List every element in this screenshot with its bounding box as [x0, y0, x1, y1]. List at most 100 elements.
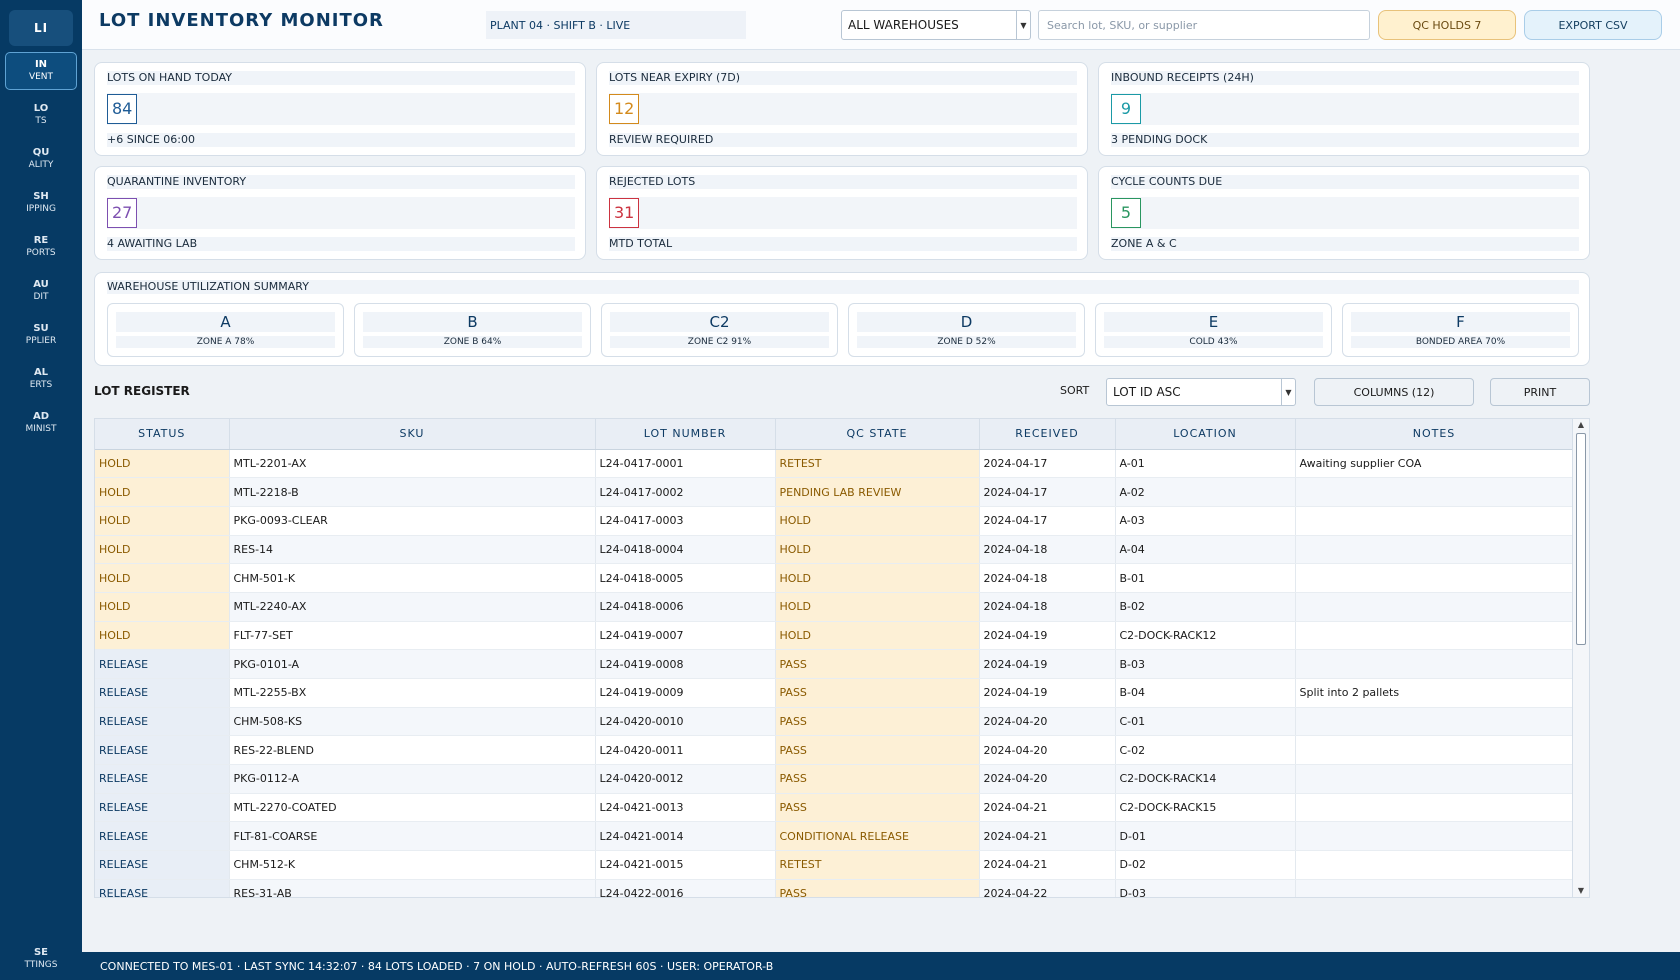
- table-cell: 2024-04-19: [979, 678, 1116, 708]
- sidebar-item-settings[interactable]: SE TTINGS: [5, 940, 77, 978]
- kpi-card[interactable]: LOTS NEAR EXPIRY (7D) 12 REVIEW REQUIRED: [596, 62, 1088, 156]
- zone-tile[interactable]: D ZONE D 52%: [848, 303, 1085, 357]
- table-cell: 2024-04-19: [979, 649, 1116, 679]
- sidebar: LI IN VENT LO TS QU ALITY SH IPPING RE PORTS AU DIT…: [0, 0, 82, 980]
- print-button[interactable]: PRINT: [1490, 378, 1590, 406]
- zone-label: ZONE D 52%: [857, 336, 1076, 348]
- table-row[interactable]: HOLD CHM-501-K L24-0418-0005 HOLD 2024-04-18…: [95, 563, 1574, 593]
- table-row[interactable]: RELEASE RES-22-BLEND L24-0420-0011 PASS 2024…: [95, 735, 1574, 766]
- kpi-subtitle: 4 AWAITING LAB: [107, 237, 575, 251]
- table-cell: RES-31-AB: [229, 879, 596, 897]
- table-row[interactable]: RELEASE RES-31-AB L24-0422-0016 PASS 2024-04…: [95, 879, 1574, 897]
- zone-label: COLD 43%: [1104, 336, 1323, 348]
- chevron-down-icon: ▼: [1281, 379, 1295, 405]
- table-cell: L24-0417-0002: [595, 477, 776, 507]
- table-cell: [1295, 477, 1574, 507]
- zone-value: C2: [610, 312, 829, 332]
- kpi-card[interactable]: QUARANTINE INVENTORY 27 4 AWAITING LAB: [94, 166, 586, 260]
- sort-select[interactable]: LOT ID ASC ▼: [1106, 378, 1296, 406]
- column-header[interactable]: QC STATE: [775, 419, 980, 450]
- sidebar-item-label: RE: [33, 235, 49, 246]
- table-cell: HOLD: [95, 592, 230, 622]
- sidebar-item-1[interactable]: LO TS: [5, 96, 77, 134]
- sidebar-item-sublabel: TTINGS: [24, 960, 58, 970]
- table-row[interactable]: RELEASE MTL-2270-COATED L24-0421-0013 PASS 2…: [95, 793, 1574, 823]
- table-cell: [1295, 879, 1574, 897]
- zone-label: ZONE C2 91%: [610, 336, 829, 348]
- scroll-down-icon[interactable]: ▼: [1573, 885, 1589, 897]
- zone-tile[interactable]: E COLD 43%: [1095, 303, 1332, 357]
- column-header[interactable]: NOTES: [1295, 419, 1574, 450]
- zone-tile[interactable]: C2 ZONE C2 91%: [601, 303, 838, 357]
- table-cell: RELEASE: [95, 850, 230, 880]
- export-button[interactable]: EXPORT CSV: [1524, 10, 1662, 40]
- kpi-value: 5: [1111, 197, 1579, 229]
- table-cell: PASS: [775, 678, 980, 708]
- table-row[interactable]: HOLD MTL-2240-AX L24-0418-0006 HOLD 2024-04-…: [95, 592, 1574, 622]
- search-input[interactable]: Search lot, SKU, or supplier: [1038, 10, 1370, 40]
- table-row[interactable]: RELEASE CHM-508-KS L24-0420-0010 PASS 2024-0…: [95, 707, 1574, 737]
- table-cell: C-02: [1115, 735, 1296, 766]
- table-cell: [1295, 735, 1574, 766]
- table-cell: PASS: [775, 707, 980, 737]
- sidebar-item-4[interactable]: RE PORTS: [5, 228, 77, 266]
- kpi-card[interactable]: CYCLE COUNTS DUE 5 ZONE A & C: [1098, 166, 1590, 260]
- sidebar-item-label: LO: [33, 103, 49, 114]
- table-cell: 2024-04-22: [979, 879, 1116, 897]
- zone-tile[interactable]: F BONDED AREA 70%: [1342, 303, 1579, 357]
- zone-tile[interactable]: B ZONE B 64%: [354, 303, 591, 357]
- table-cell: PASS: [775, 764, 980, 794]
- table-cell: [1295, 535, 1574, 565]
- table-cell: CHM-512-K: [229, 850, 596, 880]
- kpi-card[interactable]: INBOUND RECEIPTS (24H) 9 3 PENDING DOCK: [1098, 62, 1590, 156]
- table-row[interactable]: RELEASE PKG-0112-A L24-0420-0012 PASS 2024-0…: [95, 764, 1574, 794]
- scroll-up-icon[interactable]: ▲: [1573, 419, 1589, 431]
- table-row[interactable]: HOLD MTL-2218-B L24-0417-0002 PENDING LAB R…: [95, 477, 1574, 507]
- table-cell: HOLD: [95, 621, 230, 651]
- warehouse-filter-select[interactable]: ALL WAREHOUSES ▼: [841, 10, 1031, 40]
- zone-value: A: [116, 312, 335, 332]
- table-row[interactable]: HOLD FLT-77-SET L24-0419-0007 HOLD 2024-04-1…: [95, 621, 1574, 651]
- app-logo[interactable]: LI: [9, 10, 73, 46]
- qc-holds-button[interactable]: QC HOLDS 7: [1378, 10, 1516, 40]
- table-cell: HOLD: [95, 449, 230, 479]
- sidebar-item-6[interactable]: SU PPLIER: [5, 316, 77, 354]
- columns-button[interactable]: COLUMNS (12): [1314, 378, 1474, 406]
- sidebar-item-sublabel: ALITY: [28, 160, 54, 170]
- table-cell: RELEASE: [95, 649, 230, 679]
- kpi-value-text: 9: [1111, 94, 1141, 124]
- table-cell: L24-0420-0011: [595, 735, 776, 766]
- table-cell: L24-0420-0012: [595, 764, 776, 794]
- table-cell: PKG-0093-CLEAR: [229, 506, 596, 536]
- kpi-card[interactable]: LOTS ON HAND TODAY 84 +6 SINCE 06:00: [94, 62, 586, 156]
- scroll-thumb[interactable]: [1576, 433, 1586, 645]
- column-header[interactable]: LOT NUMBER: [595, 419, 776, 450]
- column-header[interactable]: SKU: [229, 419, 596, 450]
- kpi-value-text: 12: [609, 94, 640, 124]
- table-cell: 2024-04-20: [979, 764, 1116, 794]
- sidebar-item-3[interactable]: SH IPPING: [5, 184, 77, 222]
- table-row[interactable]: RELEASE PKG-0101-A L24-0419-0008 PASS 2024-0…: [95, 649, 1574, 679]
- table-row[interactable]: RELEASE CHM-512-K L24-0421-0015 RETEST 2024-…: [95, 850, 1574, 880]
- table-cell: 2024-04-21: [979, 821, 1116, 852]
- table-cell: D-03: [1115, 879, 1296, 897]
- sidebar-item-0[interactable]: IN VENT: [5, 52, 77, 90]
- sidebar-item-2[interactable]: QU ALITY: [5, 140, 77, 178]
- table-row[interactable]: RELEASE FLT-81-COARSE L24-0421-0014 CONDITI…: [95, 821, 1574, 852]
- table-row[interactable]: HOLD PKG-0093-CLEAR L24-0417-0003 HOLD 2024-…: [95, 506, 1574, 536]
- table-row[interactable]: HOLD MTL-2201-AX L24-0417-0001 RETEST 2024-0…: [95, 449, 1574, 479]
- table-cell: L24-0417-0001: [595, 449, 776, 479]
- column-header[interactable]: STATUS: [95, 419, 230, 450]
- table-row[interactable]: RELEASE MTL-2255-BX L24-0419-0009 PASS 2024-…: [95, 678, 1574, 708]
- table-scrollbar[interactable]: ▲ ▼: [1572, 419, 1589, 897]
- sidebar-item-8[interactable]: AD MINIST: [5, 404, 77, 442]
- kpi-card[interactable]: REJECTED LOTS 31 MTD TOTAL: [596, 166, 1088, 260]
- sidebar-item-5[interactable]: AU DIT: [5, 272, 77, 310]
- table-cell: L24-0421-0013: [595, 793, 776, 823]
- zone-tile[interactable]: A ZONE A 78%: [107, 303, 344, 357]
- column-header[interactable]: LOCATION: [1115, 419, 1296, 450]
- table-row[interactable]: HOLD RES-14 L24-0418-0004 HOLD 2024-04-18 A-0…: [95, 535, 1574, 565]
- column-header[interactable]: RECEIVED: [979, 419, 1116, 450]
- kpi-title: CYCLE COUNTS DUE: [1111, 175, 1579, 189]
- sidebar-item-7[interactable]: AL ERTS: [5, 360, 77, 398]
